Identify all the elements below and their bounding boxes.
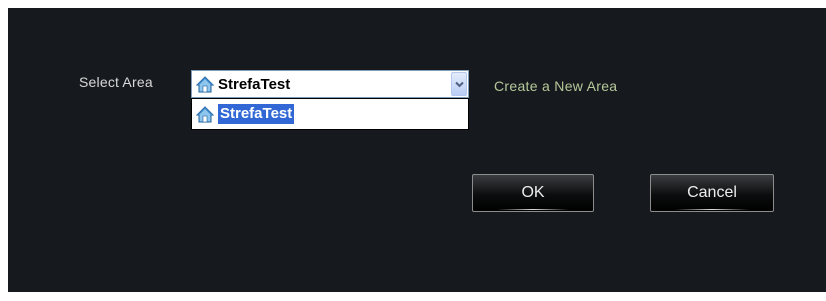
chevron-down-icon	[454, 81, 464, 87]
combo-selected-value: StrefaTest	[196, 76, 290, 93]
select-area-dialog: Select Area StrefaTest StrefaTest Create…	[8, 8, 826, 292]
create-new-area-link[interactable]: Create a New Area	[494, 78, 617, 94]
cancel-button[interactable]: Cancel	[650, 174, 774, 212]
dropdown-button[interactable]	[451, 72, 467, 96]
area-dropdown-list: StrefaTest	[191, 98, 469, 130]
select-area-label: Select Area	[79, 74, 153, 90]
ok-button[interactable]: OK	[472, 174, 594, 212]
dropdown-option-strefatest[interactable]: StrefaTest	[196, 104, 295, 124]
home-icon	[196, 105, 214, 122]
dropdown-option-label: StrefaTest	[218, 104, 295, 124]
combo-selected-text: StrefaTest	[218, 76, 291, 93]
home-icon	[196, 76, 214, 93]
area-select-combobox[interactable]: StrefaTest	[191, 70, 469, 98]
